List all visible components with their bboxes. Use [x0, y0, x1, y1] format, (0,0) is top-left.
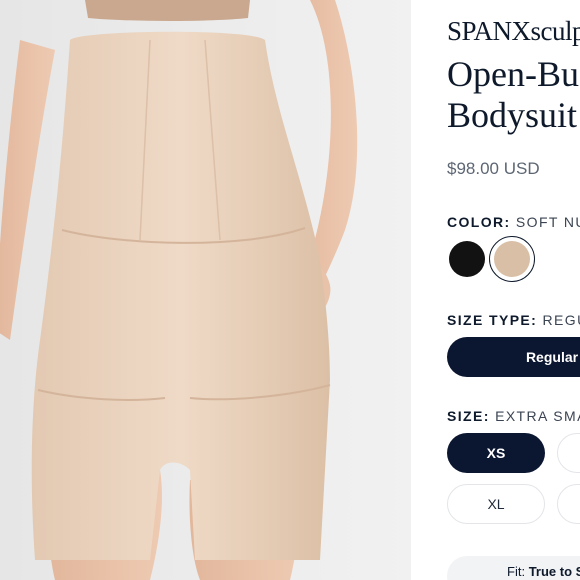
product-photo: [0, 0, 411, 580]
product-title-line-1: Open-Bust: [447, 54, 580, 94]
color-label-key: COLOR:: [447, 214, 511, 230]
fit-value: True to S: [528, 564, 580, 579]
color-selected-value: SOFT NUDE: [515, 214, 580, 230]
product-details-panel: SPANXsculpt Open-Bust Bodysuit $98.00 US…: [411, 0, 580, 580]
product-price: $98.00 USD: [447, 159, 540, 178]
size-2xl-button[interactable]: [557, 484, 580, 524]
size-type-regular-button[interactable]: Regular: [447, 337, 580, 377]
product-title: Open-Bust Bodysuit: [447, 54, 580, 136]
product-title-line-2: Bodysuit: [447, 95, 578, 135]
size-type-label-key: SIZE TYPE:: [447, 312, 538, 328]
size-s-button[interactable]: [557, 433, 580, 473]
size-type-selected-value: REGULAR: [542, 312, 580, 328]
color-label: COLOR: SOFT NUDE: [447, 214, 580, 230]
color-swatch-soft-nude[interactable]: [494, 241, 530, 277]
fit-indicator: Fit: True to S: [447, 556, 580, 580]
size-xl-button[interactable]: XL: [447, 484, 545, 524]
size-xs-button[interactable]: XS: [447, 433, 545, 473]
size-xl-label: XL: [487, 496, 505, 512]
brand-name: SPANXsculpt: [447, 16, 580, 46]
color-swatch-black[interactable]: [449, 241, 485, 277]
fit-label: Fit:: [507, 564, 526, 579]
size-label: SIZE: EXTRA SMALL: [447, 408, 580, 424]
size-label-key: SIZE:: [447, 408, 490, 424]
size-type-regular-label: Regular: [525, 349, 579, 365]
size-xs-label: XS: [486, 445, 506, 461]
product-image[interactable]: [0, 0, 411, 580]
size-type-label: SIZE TYPE: REGULAR: [447, 312, 580, 328]
size-selected-value: EXTRA SMALL: [495, 408, 580, 424]
